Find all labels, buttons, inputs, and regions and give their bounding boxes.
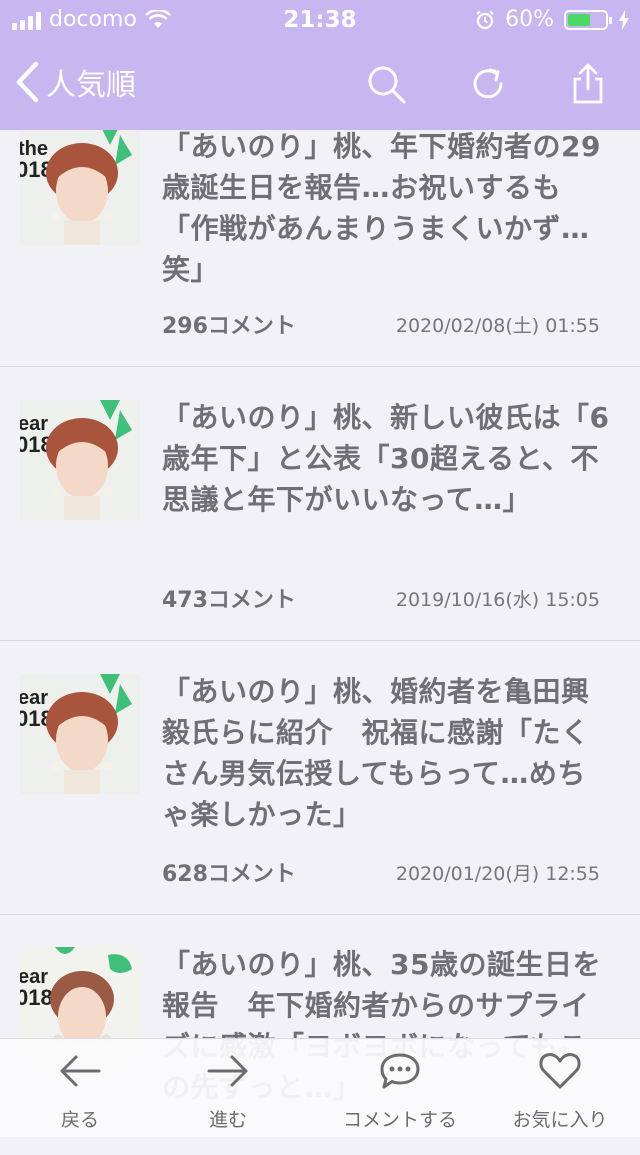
article-date: 2020/01/20(月) 12:55 — [395, 863, 600, 885]
tab-label: お気に入り — [512, 1109, 608, 1131]
bottom-toolbar: 戻る 進む コメントする お気に入り — [0, 1038, 640, 1137]
comment-count: 628コメント — [162, 862, 296, 887]
list-item[interactable]: ear 018 「あいのり」桃、新しい彼氏は「6歳年下」と公表「30超えると、不… — [0, 367, 640, 641]
article-thumbnail: the 018 — [20, 125, 140, 245]
nav-bar: 人気順 — [0, 40, 640, 130]
share-icon[interactable] — [566, 62, 610, 106]
charging-icon — [619, 9, 629, 30]
article-thumbnail: ear 018 — [20, 400, 140, 520]
heart-icon — [539, 1053, 581, 1089]
back-button[interactable]: 人気順 — [14, 60, 136, 104]
chevron-left-icon — [16, 61, 39, 103]
article-thumbnail: ear 018 — [20, 674, 140, 794]
arrow-left-icon — [60, 1055, 101, 1087]
refresh-icon[interactable] — [466, 62, 510, 106]
article-date: 2020/02/08(土) 01:55 — [395, 315, 600, 337]
alarm-icon — [476, 10, 494, 29]
page-title: 人気順 — [46, 68, 136, 103]
article-title: 「あいのり」桃、新しい彼氏は「6歳年下」と公表「30超えると、不思議と年下がいい… — [162, 401, 610, 516]
forward-tab[interactable]: 進む — [148, 1039, 308, 1137]
comment-tab[interactable]: コメントする — [320, 1039, 480, 1137]
list-item[interactable]: ear 018 「あいのり」桃、婚約者を亀田興毅氏らに紹介 祝福に感謝「たくさん… — [0, 641, 640, 915]
top-bar: docomo 21:38 60% 人気順 — [0, 0, 640, 130]
article-title: 「あいのり」桃、婚約者を亀田興毅氏らに紹介 祝福に感謝「たくさん男気伝授してもら… — [162, 675, 590, 831]
comment-icon — [380, 1053, 420, 1089]
battery-icon — [564, 9, 612, 30]
tab-label: コメントする — [342, 1109, 457, 1131]
article-title: 「あいのり」桃、年下婚約者の29歳誕生日を報告…お祝いするも「作戦があんまりうま… — [162, 130, 601, 286]
tab-label: 戻る — [60, 1109, 99, 1131]
favorite-tab[interactable]: お気に入り — [480, 1039, 640, 1137]
article-date: 2019/10/16(水) 15:05 — [395, 589, 600, 611]
back-tab[interactable]: 戻る — [0, 1039, 160, 1137]
arrow-right-icon — [207, 1055, 248, 1087]
tab-label: 進む — [208, 1109, 247, 1131]
search-icon[interactable] — [364, 62, 408, 106]
battery-percent: 60% — [505, 7, 554, 32]
comment-count: 296コメント — [162, 314, 296, 339]
comment-count: 473コメント — [162, 588, 296, 613]
status-bar: docomo 21:38 60% — [0, 0, 640, 40]
list-item[interactable]: the 018 「あいのり」桃、年下婚約者の29歳誕生日を報告…お祝いするも「作… — [0, 125, 640, 367]
svg-text:018: 018 — [20, 985, 53, 1010]
